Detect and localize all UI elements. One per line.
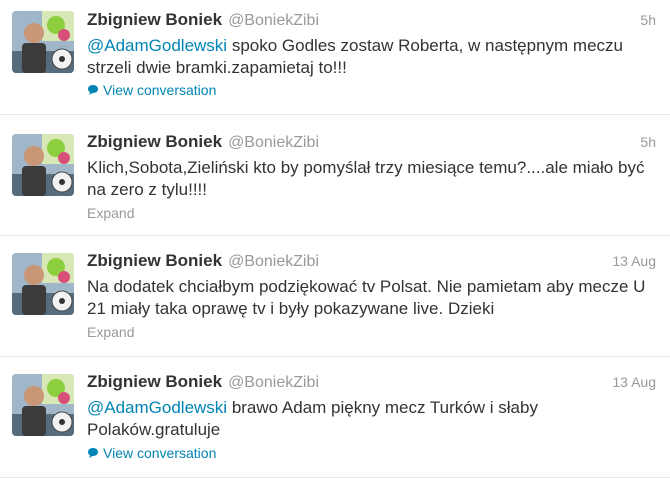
tweet[interactable]: Zbigniew Boniek @BoniekZibi 13 Aug Na dod…: [0, 236, 670, 357]
tweet-header: Zbigniew Boniek @BoniekZibi 5h: [87, 132, 656, 154]
author-name[interactable]: Zbigniew Boniek: [87, 132, 222, 151]
tweet-timestamp[interactable]: 5h: [640, 12, 656, 28]
speech-bubble-icon: [87, 84, 99, 96]
tweet[interactable]: Zbigniew Boniek @BoniekZibi 13 Aug @AdamG…: [0, 357, 670, 478]
author-name[interactable]: Zbigniew Boniek: [87, 372, 222, 391]
author-handle[interactable]: @BoniekZibi: [228, 253, 319, 270]
avatar[interactable]: [12, 374, 74, 436]
view-conversation-link[interactable]: View conversation: [87, 445, 216, 461]
tweet-text: Na dodatek chciałbym podziękować tv Pols…: [87, 277, 646, 318]
tweet-text: Klich,Sobota,Zieliński kto by pomyślał t…: [87, 158, 645, 199]
view-conversation-label: View conversation: [103, 82, 217, 98]
view-conversation-label: View conversation: [103, 445, 217, 461]
mention-link[interactable]: @AdamGodlewski: [87, 398, 227, 417]
tweet-timestamp[interactable]: 13 Aug: [612, 374, 656, 390]
author-name[interactable]: Zbigniew Boniek: [87, 10, 222, 29]
tweet-header: Zbigniew Boniek @BoniekZibi 13 Aug: [87, 251, 656, 273]
author-name[interactable]: Zbigniew Boniek: [87, 251, 222, 270]
avatar[interactable]: [12, 253, 74, 315]
author-handle[interactable]: @BoniekZibi: [228, 374, 319, 391]
tweet-timeline: Zbigniew Boniek @BoniekZibi 5h @AdamGodle…: [0, 0, 670, 491]
tweet[interactable]: Zbigniew Boniek @BoniekZibi 5h Klich,Sobo…: [0, 115, 670, 236]
view-conversation-link[interactable]: View conversation: [87, 82, 216, 98]
tweet-text: @AdamGodlewski spoko Godles zostaw Rober…: [87, 35, 658, 79]
tweet-header: Zbigniew Boniek @BoniekZibi 13 Aug: [87, 372, 656, 394]
tweet-timestamp[interactable]: 5h: [640, 134, 656, 150]
expand-link[interactable]: Expand: [87, 324, 134, 340]
author-handle[interactable]: @BoniekZibi: [228, 12, 319, 29]
expand-link[interactable]: Expand: [87, 205, 134, 221]
avatar[interactable]: [12, 11, 74, 73]
tweet-header: Zbigniew Boniek @BoniekZibi 5h: [87, 10, 656, 32]
tweet-timestamp[interactable]: 13 Aug: [612, 253, 656, 269]
author-handle[interactable]: @BoniekZibi: [228, 134, 319, 151]
tweet[interactable]: Zbigniew Boniek @BoniekZibi 5h @AdamGodle…: [0, 0, 670, 115]
avatar[interactable]: [12, 134, 74, 196]
tweet-text: @AdamGodlewski brawo Adam piękny mecz Tu…: [87, 397, 658, 441]
speech-bubble-icon: [87, 447, 99, 459]
mention-link[interactable]: @AdamGodlewski: [87, 36, 227, 55]
